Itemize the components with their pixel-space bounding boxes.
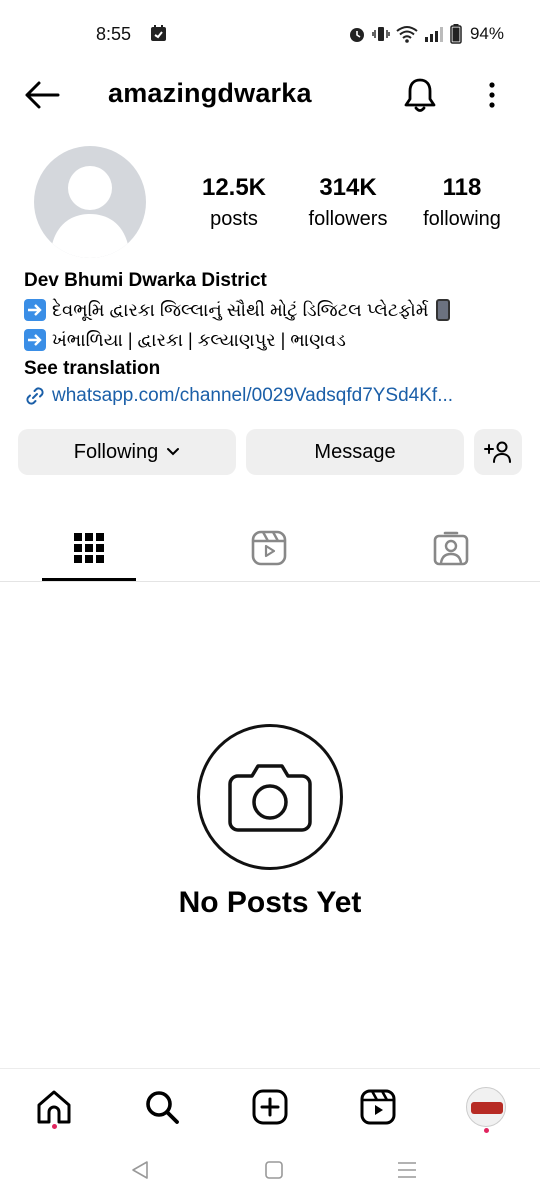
battery-icon (450, 24, 462, 44)
link-icon (26, 387, 44, 405)
following-label: following (423, 208, 501, 230)
posts-label: posts (210, 208, 258, 230)
vibrate-icon (372, 27, 390, 41)
profile-header: amazingdwarka (0, 70, 540, 120)
bottom-navigation (0, 1068, 540, 1144)
suggested-people-button[interactable] (474, 429, 522, 475)
profile-tabs (0, 514, 540, 582)
back-button[interactable] (22, 78, 62, 112)
system-home-button[interactable] (260, 1156, 288, 1184)
square-home-icon (265, 1161, 283, 1179)
tab-tagged[interactable] (404, 514, 498, 581)
create-icon (252, 1089, 288, 1125)
profile-notification-dot (484, 1128, 489, 1133)
grid-icon (74, 532, 104, 563)
reels-icon (251, 530, 287, 565)
more-vertical-icon (489, 82, 495, 108)
calendar-app-icon (151, 25, 166, 41)
default-avatar-icon (50, 166, 130, 258)
profile-thumb-logo (471, 1102, 503, 1114)
search-icon (146, 1091, 179, 1124)
system-recents-button[interactable] (393, 1156, 421, 1184)
triangle-back-icon (132, 1161, 148, 1179)
home-icon (37, 1090, 71, 1124)
home-notification-dot (52, 1124, 57, 1129)
wifi-icon (396, 26, 418, 43)
camera-icon (228, 764, 312, 832)
system-navigation (0, 1144, 540, 1200)
empty-state-camera (197, 724, 343, 870)
tab-reels[interactable] (222, 514, 316, 581)
following-button-label: Following (73, 440, 159, 463)
chevron-down-icon (167, 448, 180, 456)
alarm-icon (349, 28, 364, 42)
bio-line-1-text: દેવભૂમિ દ્વારકા જિલ્લાનું સૌથી મોટું ડિજ… (52, 300, 429, 320)
system-back-button[interactable] (126, 1156, 154, 1184)
signal-icon (424, 27, 443, 42)
following-button[interactable]: Following (18, 429, 236, 475)
profile-username: amazingdwarka (108, 78, 312, 108)
nav-create[interactable] (248, 1085, 292, 1129)
mobile-phone-emoji-icon (436, 299, 451, 321)
status-icons: 94% (348, 22, 504, 46)
right-arrow-emoji-icon (24, 329, 46, 351)
bio-line-2-text: ખંભાળિયા | દ્વારકા | કલ્યાણપુર | ભાણવડ (52, 330, 346, 350)
nav-home[interactable] (32, 1085, 76, 1129)
stat-followers[interactable]: 314K followers (300, 172, 396, 234)
active-tab-indicator (42, 578, 136, 581)
followers-count: 314K (319, 174, 377, 201)
menu-lines-icon (398, 1162, 416, 1178)
bell-icon (404, 78, 436, 112)
message-button-label: Message (314, 440, 396, 463)
back-arrow-icon (25, 81, 60, 109)
profile-avatar[interactable] (34, 146, 146, 258)
nav-search[interactable] (140, 1085, 184, 1129)
message-button[interactable]: Message (246, 429, 464, 475)
posts-count: 12.5K (201, 174, 267, 201)
profile-avatar (466, 1087, 506, 1127)
empty-state-title: No Posts Yet (178, 886, 362, 919)
bio-line-1: દેવભૂમિ દ્વારકા જિલ્લાનું સૌથી મોટું ડિજ… (24, 295, 524, 325)
bio-link-text[interactable]: whatsapp.com/channel/0029Vadsqfd7YSd4Kf.… (52, 385, 453, 407)
reels-icon (360, 1089, 396, 1125)
stat-posts[interactable]: 12.5K posts (194, 172, 274, 234)
tab-grid[interactable] (42, 514, 136, 581)
nav-reels[interactable] (356, 1085, 400, 1129)
battery-percent: 94% (469, 24, 504, 43)
bio-link[interactable]: whatsapp.com/channel/0029Vadsqfd7YSd4Kf.… (24, 385, 524, 407)
profile-bio: Dev Bhumi Dwarka District દેવભૂમિ દ્વારક… (24, 267, 524, 407)
following-count: 118 (442, 174, 482, 201)
status-time: 8:55 (96, 24, 132, 44)
add-person-icon (484, 441, 511, 463)
bio-display-name: Dev Bhumi Dwarka District (24, 270, 267, 291)
nav-profile[interactable] (464, 1085, 508, 1129)
notifications-button[interactable] (402, 76, 438, 114)
status-bar: 8:55 94% (0, 0, 540, 70)
followers-label: followers (308, 208, 388, 230)
stat-following[interactable]: 118 following (414, 172, 510, 234)
bio-line-2: ખંભાળિયા | દ્વારકા | કલ્યાણપુર | ભાણવડ (24, 325, 524, 355)
more-options-button[interactable] (478, 78, 506, 112)
right-arrow-emoji-icon (24, 299, 46, 321)
tagged-person-icon (433, 531, 469, 565)
see-translation-link[interactable]: See translation (24, 355, 524, 383)
